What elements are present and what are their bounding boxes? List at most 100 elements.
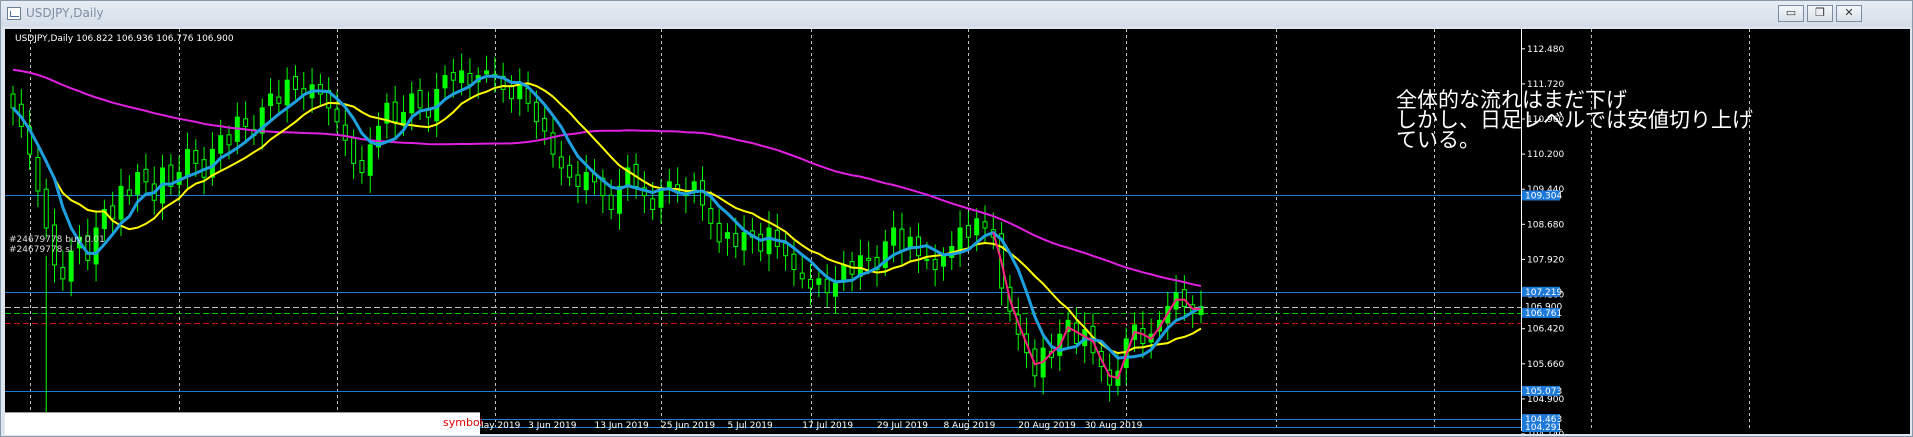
candle-body (974, 218, 980, 236)
time-label: 29 Jul 2019 (877, 421, 928, 431)
candle (168, 154, 174, 196)
candle-body (832, 282, 838, 297)
candle-body (276, 96, 282, 104)
candle (741, 215, 747, 266)
candle (243, 101, 249, 144)
candle (783, 232, 789, 271)
candle-body (342, 124, 348, 141)
candle-body (907, 236, 913, 248)
candle (666, 168, 672, 204)
candle (467, 58, 473, 100)
candle-body (43, 188, 49, 229)
time-label: 3 Jun 2019 (528, 421, 577, 431)
candle (691, 172, 697, 204)
candle (10, 85, 16, 126)
candle (284, 67, 290, 123)
order-sl-label[interactable]: #24679778 sl (9, 245, 72, 255)
candle (907, 226, 913, 261)
candle-body (143, 168, 149, 183)
candlestick-chart[interactable]: 112.480111.720110.960110.200109.440108.6… (5, 29, 1910, 434)
candle-body (68, 250, 74, 282)
candle (484, 55, 490, 83)
candle (359, 145, 365, 184)
annotation-line-3[interactable]: ている。 (1396, 128, 1480, 152)
candle-body (467, 72, 473, 86)
candle (716, 209, 722, 253)
candle (268, 78, 274, 121)
candle-body (508, 85, 514, 100)
candle (27, 109, 33, 170)
candle-body (808, 278, 814, 289)
candle-body (359, 160, 365, 174)
ma-long-line (12, 68, 1202, 287)
candle (849, 251, 855, 292)
candle (409, 81, 415, 131)
candle-body (525, 87, 531, 104)
candle-body (93, 227, 99, 265)
order-buy-label[interactable]: #24679778 buy 0.01 (9, 235, 105, 245)
minimize-button[interactable]: ▭ (1778, 5, 1804, 22)
candle (93, 211, 99, 282)
candle (43, 178, 49, 239)
candle (824, 264, 830, 308)
candle-body (284, 79, 290, 106)
candle-body (135, 172, 141, 195)
candle-body (824, 278, 830, 294)
chart-canvas[interactable]: 112.480 111.720 110.960 110.200 109.440 108.6… (5, 29, 1910, 434)
candle-body (10, 93, 16, 109)
candle (442, 65, 448, 98)
candle-body (542, 117, 548, 132)
candle-body (533, 101, 539, 123)
candle (799, 255, 805, 289)
candle-body (417, 89, 423, 109)
candle-body (650, 198, 656, 211)
candle-body (35, 157, 41, 192)
candle-body (791, 253, 797, 271)
candle-body (616, 185, 622, 214)
candle-body (965, 225, 971, 238)
candle-body (110, 205, 116, 220)
price-tick-label: 108.680 (1527, 220, 1564, 230)
candle-body (932, 259, 938, 271)
candle (550, 115, 556, 168)
candle (949, 231, 955, 271)
time-label: 30 Aug 2019 (1085, 421, 1143, 431)
candle-body (799, 272, 805, 280)
price-tick-label: 112.480 (1527, 45, 1564, 55)
close-button[interactable]: ✕ (1836, 5, 1862, 22)
candle (558, 140, 564, 186)
price-level-label: 107.219 (1525, 288, 1562, 298)
candle-body (118, 185, 124, 220)
candle (525, 71, 531, 112)
candle-body (459, 70, 465, 84)
chart-window-icon (7, 7, 21, 20)
candle (957, 210, 963, 267)
candle-body (891, 227, 897, 246)
symbol-tab[interactable]: symbol (443, 416, 483, 429)
candle-body (442, 75, 448, 89)
candle (110, 191, 116, 234)
candle-body (226, 134, 232, 146)
candle (567, 155, 573, 187)
symbol-tab-bar[interactable] (5, 412, 480, 435)
candle (965, 211, 971, 248)
candle (126, 175, 132, 205)
candle-body (184, 148, 190, 177)
candle-body (484, 70, 490, 75)
candle (259, 98, 265, 150)
price-tick-label: 110.200 (1527, 150, 1564, 160)
candle-body (733, 233, 739, 247)
moving-averages (11, 68, 1202, 380)
candle-body (982, 221, 988, 229)
candle-body (708, 208, 714, 224)
candle (143, 153, 149, 195)
candle-body (243, 118, 249, 127)
candle (60, 250, 66, 291)
candle-body (367, 144, 373, 176)
zigzag-line (992, 232, 1201, 380)
restore-button[interactable]: ❐ (1807, 5, 1833, 22)
candle (592, 159, 598, 195)
title-bar[interactable]: USDJPY,Daily ▭ ❐ ✕ (1, 1, 1912, 27)
symbol-info: USDJPY,Daily 106.822 106.936 106.776 106… (15, 34, 234, 44)
candle-body (218, 135, 224, 154)
